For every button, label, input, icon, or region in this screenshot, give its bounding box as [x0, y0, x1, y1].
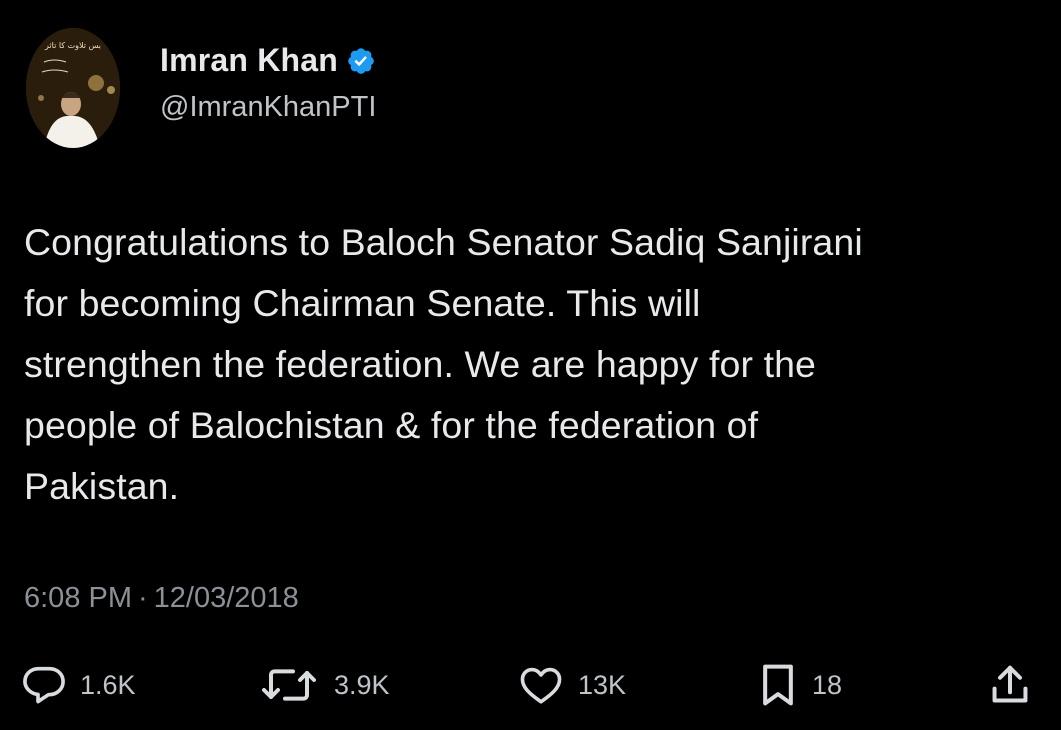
- timestamp-separator: ·: [138, 582, 148, 614]
- bookmark-count: 18: [812, 669, 843, 700]
- author-names: Imran Khan @ImranKhanPTI: [160, 42, 376, 124]
- tweet-text-line: for becoming Chairman Senate. This will: [24, 282, 701, 324]
- tweet-text-line: Pakistan.: [24, 465, 180, 507]
- tweet-timestamp[interactable]: 6:08 PM · 12/03/2018: [24, 582, 299, 615]
- reply-count: 1.6K: [80, 669, 136, 700]
- share-icon: [992, 665, 1028, 703]
- name-row: Imran Khan: [160, 42, 376, 79]
- tweet-card: بس تلاوت کا تاثر Imran Khan @ImranKhanPT…: [0, 0, 1061, 730]
- reply-icon: [23, 666, 65, 704]
- avatar-text: بس تلاوت کا تاثر: [44, 41, 101, 50]
- retweet-button[interactable]: 3.9K: [258, 655, 390, 715]
- author-handle[interactable]: @ImranKhanPTI: [160, 91, 376, 124]
- bookmark-icon: [763, 664, 793, 706]
- tweet-text-line: people of Balochistan & for the federati…: [24, 404, 759, 446]
- display-name[interactable]: Imran Khan: [160, 42, 338, 79]
- bookmark-button[interactable]: 18: [758, 655, 842, 715]
- retweet-count: 3.9K: [334, 669, 390, 700]
- reply-button[interactable]: 1.6K: [22, 655, 136, 715]
- like-count: 13K: [578, 669, 627, 700]
- tweet-text-line: Congratulations to Baloch Senator Sadiq …: [24, 221, 863, 263]
- avatar[interactable]: بس تلاوت کا تاثر: [26, 28, 120, 148]
- retweet-icon: [262, 669, 316, 701]
- verified-badge-icon: [346, 46, 376, 76]
- action-bar: 1.6K 3.9K 13K 18: [0, 655, 1061, 715]
- tweet-text: Congratulations to Baloch Senator Sadiq …: [24, 212, 1034, 517]
- tweet-text-line: strengthen the federation. We are happy …: [24, 343, 817, 385]
- like-button[interactable]: 13K: [518, 655, 626, 715]
- tweet-date: 12/03/2018: [153, 582, 299, 614]
- tweet-time: 6:08 PM: [24, 582, 132, 614]
- tweet-header: بس تلاوت کا تاثر Imran Khan @ImranKhanPT…: [26, 28, 376, 148]
- share-button[interactable]: [990, 655, 1030, 715]
- heart-icon: [520, 667, 562, 704]
